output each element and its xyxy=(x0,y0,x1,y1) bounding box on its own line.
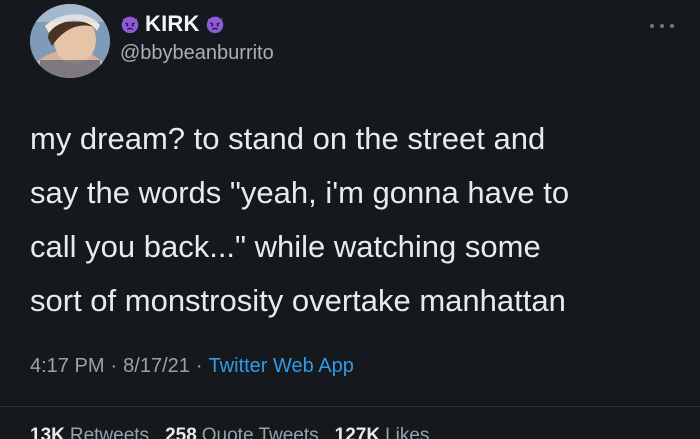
dot-icon xyxy=(650,24,654,28)
likes-count: 127K xyxy=(334,425,381,439)
retweets-count: 13K xyxy=(30,425,65,439)
tweet-metadata: 4:17 PM · 8/17/21 · Twitter Web App xyxy=(30,355,354,378)
tweet-text: my dream? to stand on the street and say… xyxy=(30,121,570,318)
angry-devil-emoji-icon xyxy=(204,13,226,35)
display-name-row[interactable]: KIRK xyxy=(119,8,226,40)
angry-devil-emoji-icon xyxy=(119,13,141,35)
stats-divider xyxy=(0,406,700,407)
avatar[interactable] xyxy=(30,4,110,78)
dot-icon xyxy=(660,24,664,28)
tweet-card: KIRK @bbybeanburrito my dream? to stand … xyxy=(0,0,700,439)
metadata-separator: · xyxy=(110,355,118,377)
tweet-date[interactable]: 8/17/21 xyxy=(123,355,190,378)
likes-stat[interactable]: 127K Likes xyxy=(335,425,430,439)
metadata-separator: · xyxy=(195,355,203,377)
dot-icon xyxy=(670,24,674,28)
retweets-label: Retweets xyxy=(69,425,150,439)
quote-tweets-label: Quote Tweets xyxy=(201,425,319,439)
source-app-link[interactable]: Twitter Web App xyxy=(209,355,354,378)
quote-tweets-stat[interactable]: 258 Quote Tweets xyxy=(165,425,319,439)
display-name[interactable]: KIRK xyxy=(145,11,200,37)
user-handle[interactable]: @bbybeanburrito xyxy=(120,42,274,65)
quote-tweets-count: 258 xyxy=(165,425,197,439)
profile-photo-icon xyxy=(30,4,110,78)
engagement-stats: 13K Retweets 258 Quote Tweets 127K Likes xyxy=(30,425,429,439)
more-options-button[interactable] xyxy=(650,19,674,33)
likes-label: Likes xyxy=(385,425,430,439)
retweets-stat[interactable]: 13K Retweets xyxy=(30,425,149,439)
tweet-time[interactable]: 4:17 PM xyxy=(30,355,104,378)
